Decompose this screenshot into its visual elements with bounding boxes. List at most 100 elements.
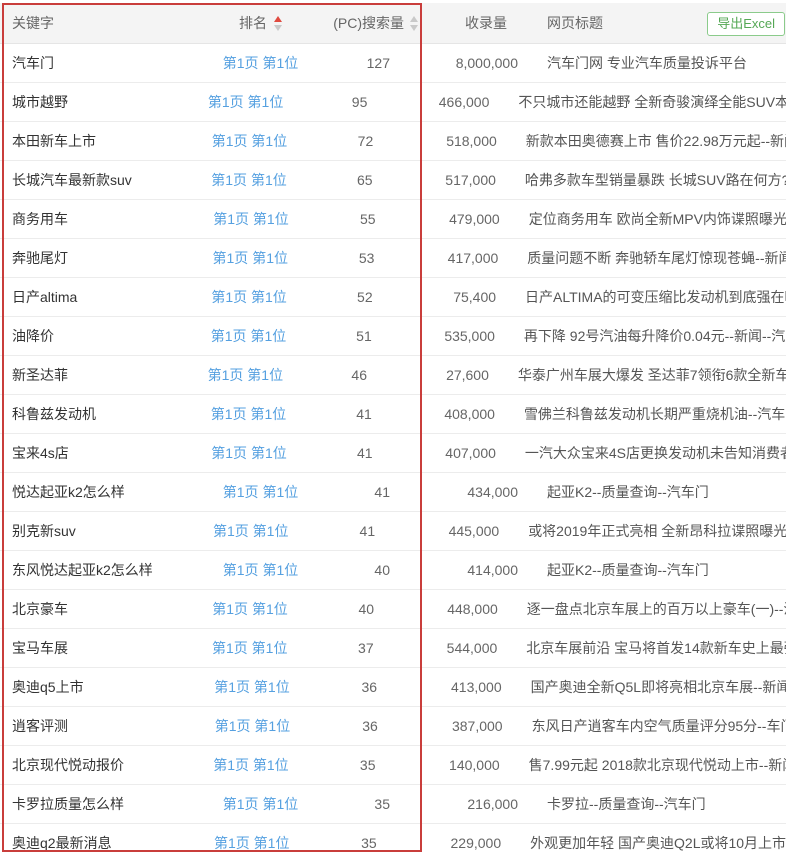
search-volume-cell: 52 — [309, 289, 401, 305]
table-row: 宝来4s店 第1页 第1位 41 407,000 一汽大众宝来4S店更换发动机未… — [0, 434, 786, 473]
rank-link[interactable]: 第1页 第1位 — [213, 211, 288, 227]
indexed-count-cell: 413,000 — [405, 679, 502, 695]
rank-link[interactable]: 第1页 第1位 — [214, 835, 289, 851]
page-title-cell: 国产奥迪全新Q5L即将亮相北京车展--新闻- — [531, 677, 786, 697]
column-header-search-volume: (PC)搜索量 — [323, 13, 418, 33]
search-volume-cell: 51 — [308, 328, 400, 344]
table-body: 汽车门 第1页 第1位 127 8,000,000 汽车门网 专业汽车质量投诉平… — [0, 44, 786, 858]
rank-cell: 第1页 第1位 — [189, 404, 308, 424]
rank-sort-control[interactable] — [274, 16, 282, 31]
rank-cell: 第1页 第1位 — [198, 482, 323, 502]
keyword-cell: 东风悦达起亚k2怎么样 — [0, 560, 198, 580]
rank-link[interactable]: 第1页 第1位 — [211, 328, 286, 344]
rank-link[interactable]: 第1页 第1位 — [208, 94, 283, 110]
keyword-cell: 悦达起亚k2怎么样 — [0, 482, 198, 502]
indexed-count-cell: 517,000 — [401, 172, 496, 188]
rank-cell: 第1页 第1位 — [191, 755, 311, 775]
rank-cell: 第1页 第1位 — [190, 131, 309, 151]
rank-link[interactable]: 第1页 第1位 — [212, 133, 287, 149]
rank-link[interactable]: 第1页 第1位 — [223, 55, 298, 71]
rank-link[interactable]: 第1页 第1位 — [211, 289, 286, 305]
search-volume-cell: 41 — [323, 484, 418, 500]
rank-cell: 第1页 第1位 — [192, 677, 313, 697]
search-volume-cell: 36 — [312, 679, 405, 695]
search-volume-cell: 40 — [323, 562, 418, 578]
page-title-cell: 一汽大众宝来4S店更换发动机未告知消费者- — [525, 443, 786, 463]
rank-link[interactable]: 第1页 第1位 — [213, 523, 288, 539]
rank-link[interactable]: 第1页 第1位 — [215, 718, 290, 734]
search-volume-cell: 35 — [323, 796, 418, 812]
page-title-cell: 北京车展前沿 宝马将首发14款新车史上最强 — [526, 638, 786, 658]
search-volume-cell: 53 — [310, 250, 402, 266]
page-title-cell: 雪佛兰科鲁兹发动机长期严重烧机油--汽车门 — [524, 404, 786, 424]
page-title-cell: 不只城市还能越野 全新奇骏演绎全能SUV本色 — [518, 92, 786, 112]
search-volume-cell: 65 — [309, 172, 401, 188]
table-row: 北京现代悦动报价 第1页 第1位 35 140,000 售7.99元起 2018… — [0, 746, 786, 785]
table-row: 奔驰尾灯 第1页 第1位 53 417,000 质量问题不断 奔驰轿车尾灯惊现苍… — [0, 239, 786, 278]
search-volume-cell: 72 — [309, 133, 401, 149]
search-volume-cell: 95 — [304, 94, 395, 110]
indexed-count-cell: 466,000 — [395, 94, 489, 110]
indexed-count-cell: 448,000 — [402, 601, 498, 617]
rank-link[interactable]: 第1页 第1位 — [208, 367, 283, 383]
keyword-cell: 奥迪q2最新消息 — [0, 833, 191, 853]
keyword-cell: 逍客评测 — [0, 716, 192, 736]
table-row: 别克新suv 第1页 第1位 41 445,000 或将2019年正式亮相 全新… — [0, 512, 786, 551]
indexed-count-cell: 544,000 — [402, 640, 498, 656]
page-title-cell: 逐一盘点北京车展上的百万以上豪车(一)--汽 — [527, 599, 786, 619]
page-title-cell: 质量问题不断 奔驰轿车尾灯惊现苍蝇--新闻- — [527, 248, 786, 268]
rank-link[interactable]: 第1页 第1位 — [212, 640, 287, 656]
rank-cell: 第1页 第1位 — [191, 209, 311, 229]
rank-cell: 第1页 第1位 — [198, 794, 323, 814]
search-volume-cell: 35 — [312, 835, 405, 851]
column-header-rank: 排名 — [198, 13, 323, 33]
sort-asc-icon[interactable] — [274, 16, 282, 22]
sort-asc-icon[interactable] — [410, 16, 418, 22]
indexed-count-cell: 140,000 — [403, 757, 499, 773]
export-excel-button[interactable]: 导出Excel — [707, 12, 785, 36]
rank-link[interactable]: 第1页 第1位 — [213, 757, 288, 773]
page-title-cell: 起亚K2--质量查询--汽车门 — [547, 560, 786, 580]
rank-link[interactable]: 第1页 第1位 — [211, 172, 286, 188]
keyword-cell: 日产altima — [0, 287, 189, 307]
rank-link[interactable]: 第1页 第1位 — [214, 679, 289, 695]
indexed-count-cell: 408,000 — [400, 406, 495, 422]
volume-sort-control[interactable] — [410, 16, 418, 31]
keyword-cell: 奔驰尾灯 — [0, 248, 190, 268]
search-volume-cell: 55 — [311, 211, 403, 227]
rank-link[interactable]: 第1页 第1位 — [223, 484, 298, 500]
rank-cell: 第1页 第1位 — [189, 170, 308, 190]
rank-link[interactable]: 第1页 第1位 — [211, 406, 286, 422]
search-volume-cell: 36 — [313, 718, 406, 734]
keyword-cell: 新圣达菲 — [0, 365, 187, 385]
indexed-count-cell: 75,400 — [401, 289, 496, 305]
page-title-cell: 定位商务用车 欧尚全新MPV内饰谍照曝光-- — [529, 209, 786, 229]
sort-desc-icon[interactable] — [410, 25, 418, 31]
table-row: 城市越野 第1页 第1位 95 466,000 不只城市还能越野 全新奇骏演绎全… — [0, 83, 786, 122]
rank-link[interactable]: 第1页 第1位 — [213, 250, 288, 266]
search-volume-cell: 41 — [308, 406, 400, 422]
search-volume-cell: 35 — [311, 757, 403, 773]
rank-cell: 第1页 第1位 — [187, 92, 305, 112]
rank-link[interactable]: 第1页 第1位 — [223, 562, 298, 578]
rank-cell: 第1页 第1位 — [190, 638, 310, 658]
indexed-count-cell: 8,000,000 — [418, 55, 518, 71]
keyword-cell: 汽车门 — [0, 53, 198, 73]
keyword-cell: 北京现代悦动报价 — [0, 755, 191, 775]
rank-link[interactable]: 第1页 第1位 — [212, 601, 287, 617]
indexed-count-cell: 535,000 — [400, 328, 495, 344]
indexed-count-cell: 434,000 — [418, 484, 518, 500]
keyword-cell: 北京豪车 — [0, 599, 190, 619]
rank-link[interactable]: 第1页 第1位 — [211, 445, 286, 461]
rank-cell: 第1页 第1位 — [191, 833, 312, 853]
column-header-search-volume-label: (PC)搜索量 — [333, 13, 404, 33]
rank-cell: 第1页 第1位 — [189, 287, 308, 307]
page-title-cell: 卡罗拉--质量查询--汽车门 — [547, 794, 786, 814]
rank-link[interactable]: 第1页 第1位 — [223, 796, 298, 812]
rank-cell: 第1页 第1位 — [189, 443, 308, 463]
keyword-cell: 长城汽车最新款suv — [0, 170, 189, 190]
rank-cell: 第1页 第1位 — [191, 521, 311, 541]
indexed-count-cell: 518,000 — [401, 133, 497, 149]
table-row: 汽车门 第1页 第1位 127 8,000,000 汽车门网 专业汽车质量投诉平… — [0, 44, 786, 83]
sort-desc-icon[interactable] — [274, 25, 282, 31]
